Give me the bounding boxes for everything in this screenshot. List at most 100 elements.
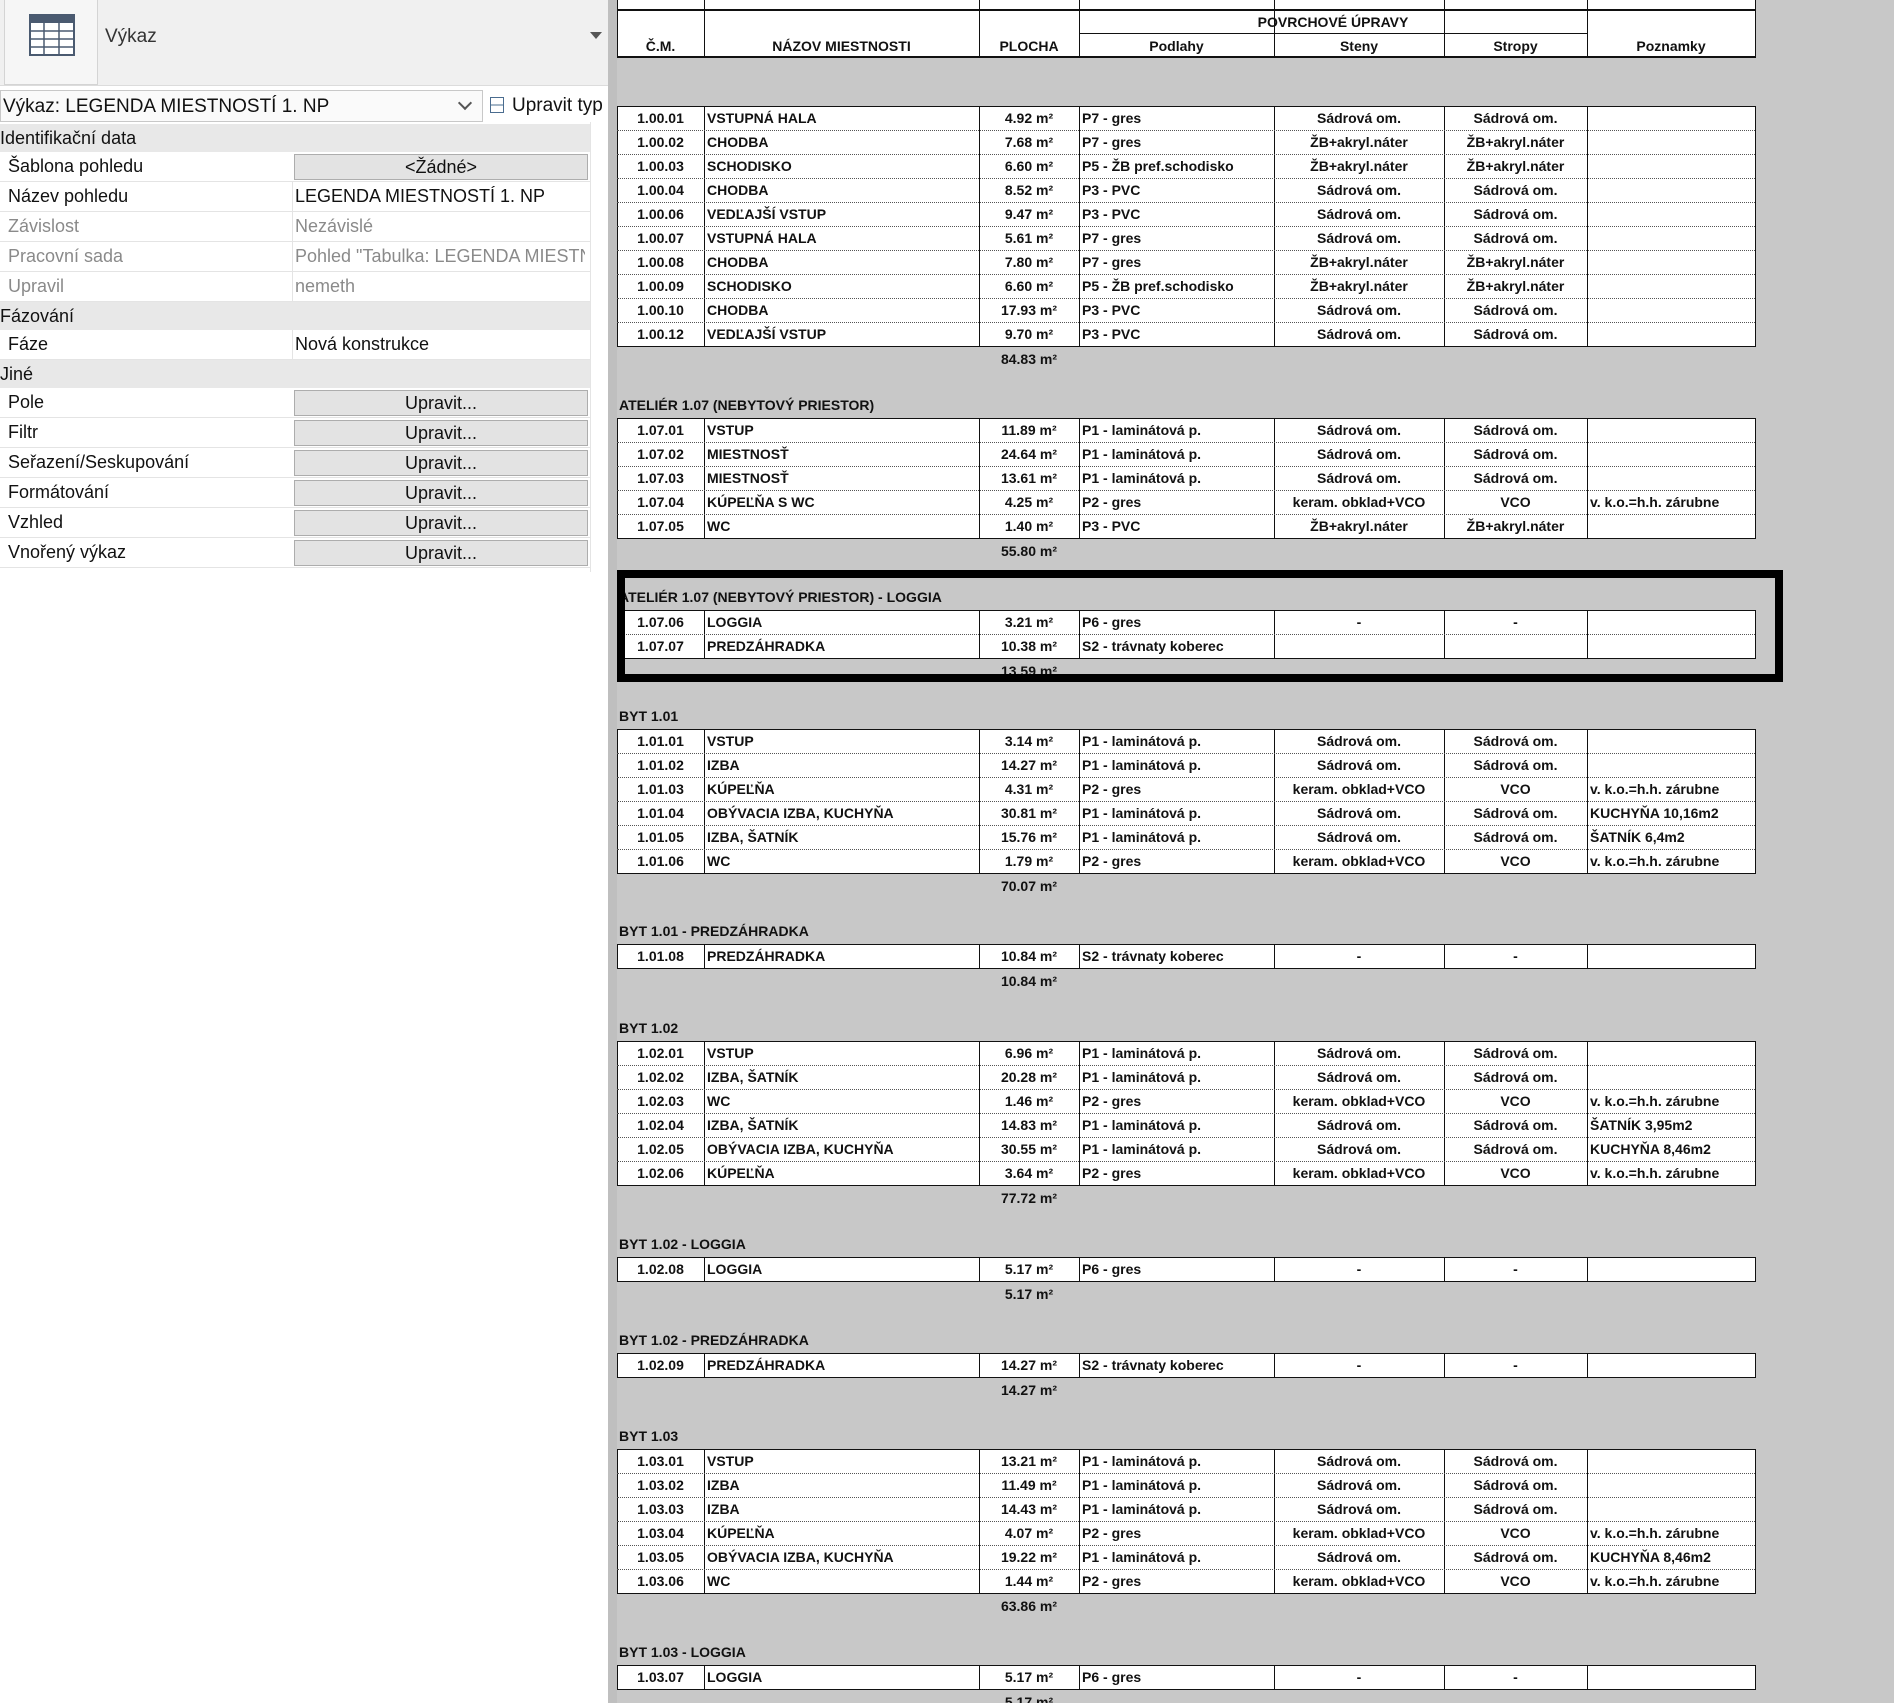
property-edit-button[interactable]: Upravit...: [294, 420, 588, 446]
cell-walls[interactable]: Sádrová om.: [1274, 733, 1444, 749]
cell-floor[interactable]: P3 - PVC: [1082, 182, 1274, 198]
cell-floor[interactable]: P7 - gres: [1082, 134, 1274, 150]
cell-ceiling[interactable]: Sádrová om.: [1444, 206, 1587, 222]
cell-number[interactable]: 1.07.02: [617, 446, 704, 462]
cell-room-name[interactable]: KÚPEĽŇA: [707, 781, 979, 797]
cell-ceiling[interactable]: Sádrová om.: [1444, 805, 1587, 821]
cell-room-name[interactable]: CHODBA: [707, 134, 979, 150]
cell-ceiling[interactable]: Sádrová om.: [1444, 1141, 1587, 1157]
cell-ceiling[interactable]: Sádrová om.: [1444, 422, 1587, 438]
cell-floor[interactable]: P3 - PVC: [1082, 518, 1274, 534]
cell-number[interactable]: 1.00.04: [617, 182, 704, 198]
cell-room-name[interactable]: SCHODISKO: [707, 158, 979, 174]
cell-area[interactable]: 9.70 m²: [979, 326, 1079, 342]
cell-floor[interactable]: P1 - laminátová p.: [1082, 733, 1274, 749]
cell-notes[interactable]: v. k.o.=h.h. zárubne: [1590, 1165, 1755, 1181]
cell-area[interactable]: 3.64 m²: [979, 1165, 1079, 1181]
cell-walls[interactable]: keram. obklad+VCO: [1274, 1165, 1444, 1181]
cell-ceiling[interactable]: -: [1444, 1669, 1587, 1685]
cell-ceiling[interactable]: Sádrová om.: [1444, 470, 1587, 486]
properties-scrollbar[interactable]: [590, 122, 609, 572]
cell-floor[interactable]: P2 - gres: [1082, 494, 1274, 510]
cell-room-name[interactable]: IZBA: [707, 1477, 979, 1493]
cell-walls[interactable]: Sádrová om.: [1274, 1501, 1444, 1517]
cell-ceiling[interactable]: ŽB+akryl.náter: [1444, 158, 1587, 174]
cell-floor[interactable]: P5 - ŽB pref.schodisko: [1082, 158, 1274, 174]
cell-walls[interactable]: Sádrová om.: [1274, 230, 1444, 246]
cell-room-name[interactable]: VSTUP: [707, 422, 979, 438]
cell-area[interactable]: 6.96 m²: [979, 1045, 1079, 1061]
cell-number[interactable]: 1.02.08: [617, 1261, 704, 1277]
cell-room-name[interactable]: VSTUP: [707, 1453, 979, 1469]
cell-notes[interactable]: v. k.o.=h.h. zárubne: [1590, 1093, 1755, 1109]
cell-notes[interactable]: v. k.o.=h.h. zárubne: [1590, 1573, 1755, 1589]
cell-number[interactable]: 1.03.06: [617, 1573, 704, 1589]
cell-area[interactable]: 14.83 m²: [979, 1117, 1079, 1133]
cell-walls[interactable]: Sádrová om.: [1274, 1549, 1444, 1565]
cell-room-name[interactable]: CHODBA: [707, 302, 979, 318]
cell-number[interactable]: 1.01.06: [617, 853, 704, 869]
cell-walls[interactable]: Sádrová om.: [1274, 829, 1444, 845]
cell-room-name[interactable]: LOGGIA: [707, 1669, 979, 1685]
view-instance-select[interactable]: Výkaz: LEGENDA MIESTNOSTÍ 1. NP: [0, 90, 483, 122]
column-header-1[interactable]: NÁZOV MIESTNOSTI: [704, 38, 979, 54]
cell-floor[interactable]: S2 - trávnaty koberec: [1082, 948, 1274, 964]
cell-notes[interactable]: v. k.o.=h.h. zárubne: [1590, 494, 1755, 510]
cell-room-name[interactable]: IZBA, ŠATNÍK: [707, 829, 979, 845]
cell-ceiling[interactable]: ŽB+akryl.náter: [1444, 518, 1587, 534]
cell-ceiling[interactable]: Sádrová om.: [1444, 182, 1587, 198]
cell-ceiling[interactable]: Sádrová om.: [1444, 1117, 1587, 1133]
column-header-5[interactable]: Stropy: [1444, 38, 1587, 54]
cell-floor[interactable]: P3 - PVC: [1082, 206, 1274, 222]
cell-number[interactable]: 1.02.09: [617, 1357, 704, 1373]
cell-ceiling[interactable]: ŽB+akryl.náter: [1444, 134, 1587, 150]
cell-walls[interactable]: Sádrová om.: [1274, 110, 1444, 126]
cell-number[interactable]: 1.01.03: [617, 781, 704, 797]
cell-room-name[interactable]: CHODBA: [707, 182, 979, 198]
column-header-0[interactable]: Č.M.: [617, 38, 704, 54]
cell-walls[interactable]: Sádrová om.: [1274, 422, 1444, 438]
cell-ceiling[interactable]: ŽB+akryl.náter: [1444, 278, 1587, 294]
cell-ceiling[interactable]: Sádrová om.: [1444, 757, 1587, 773]
cell-floor[interactable]: P1 - laminátová p.: [1082, 805, 1274, 821]
property-edit-button[interactable]: Upravit...: [294, 510, 588, 536]
cell-ceiling[interactable]: VCO: [1444, 494, 1587, 510]
cell-ceiling[interactable]: Sádrová om.: [1444, 446, 1587, 462]
cell-room-name[interactable]: LOGGIA: [707, 1261, 979, 1277]
cell-ceiling[interactable]: VCO: [1444, 1093, 1587, 1109]
cell-ceiling[interactable]: Sádrová om.: [1444, 829, 1587, 845]
cell-number[interactable]: 1.02.02: [617, 1069, 704, 1085]
cell-notes[interactable]: v. k.o.=h.h. zárubne: [1590, 853, 1755, 869]
cell-area[interactable]: 14.43 m²: [979, 1501, 1079, 1517]
cell-room-name[interactable]: MIESTNOSŤ: [707, 446, 979, 462]
panel-splitter[interactable]: [608, 0, 617, 1703]
cell-walls[interactable]: Sádrová om.: [1274, 326, 1444, 342]
cell-number[interactable]: 1.00.06: [617, 206, 704, 222]
cell-area[interactable]: 1.40 m²: [979, 518, 1079, 534]
cell-walls[interactable]: Sádrová om.: [1274, 757, 1444, 773]
cell-area[interactable]: 9.47 m²: [979, 206, 1079, 222]
cell-number[interactable]: 1.00.09: [617, 278, 704, 294]
cell-floor[interactable]: P2 - gres: [1082, 1573, 1274, 1589]
cell-area[interactable]: 15.76 m²: [979, 829, 1079, 845]
cell-ceiling[interactable]: Sádrová om.: [1444, 110, 1587, 126]
cell-room-name[interactable]: MIESTNOSŤ: [707, 470, 979, 486]
cell-number[interactable]: 1.00.02: [617, 134, 704, 150]
cell-floor[interactable]: P1 - laminátová p.: [1082, 1141, 1274, 1157]
cell-number[interactable]: 1.01.01: [617, 733, 704, 749]
cell-floor[interactable]: P2 - gres: [1082, 1093, 1274, 1109]
cell-number[interactable]: 1.01.08: [617, 948, 704, 964]
cell-number[interactable]: 1.02.06: [617, 1165, 704, 1181]
cell-room-name[interactable]: WC: [707, 853, 979, 869]
cell-area[interactable]: 30.55 m²: [979, 1141, 1079, 1157]
cell-area[interactable]: 19.22 m²: [979, 1549, 1079, 1565]
cell-area[interactable]: 5.17 m²: [979, 1669, 1079, 1685]
cell-floor[interactable]: P1 - laminátová p.: [1082, 1453, 1274, 1469]
property-edit-button[interactable]: Upravit...: [294, 390, 588, 416]
cell-area[interactable]: 11.89 m²: [979, 422, 1079, 438]
cell-floor[interactable]: P1 - laminátová p.: [1082, 1501, 1274, 1517]
cell-ceiling[interactable]: Sádrová om.: [1444, 1045, 1587, 1061]
cell-walls[interactable]: keram. obklad+VCO: [1274, 853, 1444, 869]
cell-ceiling[interactable]: -: [1444, 1261, 1587, 1277]
cell-walls[interactable]: keram. obklad+VCO: [1274, 1525, 1444, 1541]
